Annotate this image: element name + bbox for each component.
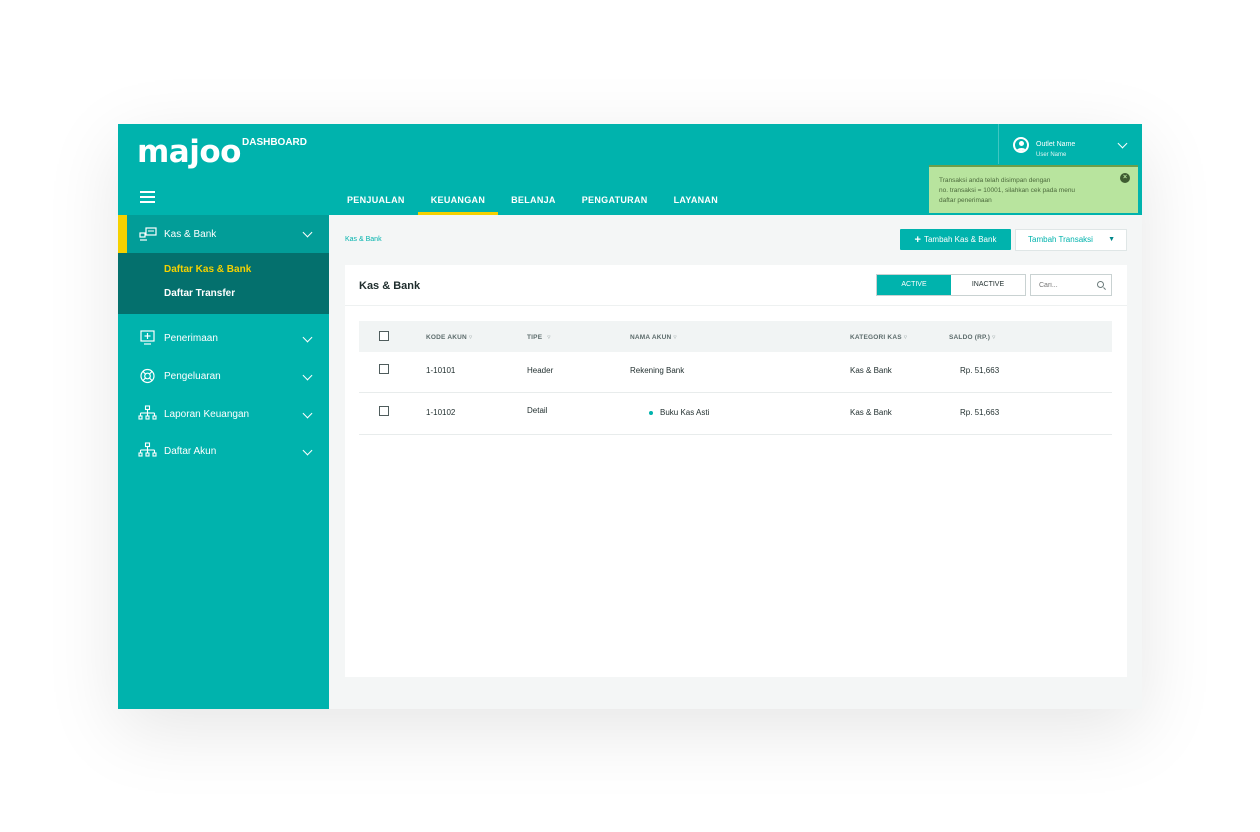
- success-toast: Transaksi anda telah disimpan dengan no.…: [929, 165, 1138, 213]
- caret-down-icon: ▼: [1108, 236, 1115, 243]
- chevron-down-icon: [1117, 138, 1128, 149]
- cell-tipe: Header: [527, 366, 554, 375]
- cell-kategori: Kas & Bank: [850, 366, 892, 375]
- table-row[interactable]: 1-10102 Detail Buku Kas Asti Kas & Bank …: [359, 393, 1112, 435]
- row-checkbox[interactable]: [379, 406, 389, 416]
- chevron-down-icon: [302, 370, 313, 381]
- toggle-inactive[interactable]: INACTIVE: [951, 275, 1025, 295]
- sidebar-item-pengeluaran[interactable]: Pengeluaran: [118, 362, 329, 392]
- sidebar-item-daftar-transfer[interactable]: Daftar Transfer: [164, 288, 235, 299]
- sidebar-label-penerimaan: Penerimaan: [164, 333, 218, 344]
- hierarchy-icon: [138, 405, 157, 420]
- sidebar: Kas & Bank Daftar Kas & Bank Daftar Tran…: [118, 215, 329, 709]
- sidebar-label-laporan-keuangan: Laporan Keuangan: [164, 409, 250, 420]
- column-saldo[interactable]: SALDO (RP.) ▿: [949, 333, 996, 341]
- sidebar-item-laporan-keuangan[interactable]: Laporan Keuangan: [118, 400, 329, 430]
- cell-saldo: Rp. 51,663: [960, 366, 1000, 375]
- outlet-selector[interactable]: Outlet Name User Name: [998, 124, 1142, 164]
- cell-kode: 1-10102: [426, 408, 456, 417]
- status-toggle: ACTIVE INACTIVE: [876, 274, 1026, 296]
- row-checkbox[interactable]: [379, 364, 389, 374]
- user-name: User Name: [1036, 152, 1067, 158]
- column-label: KODE AKUN: [426, 334, 467, 341]
- toggle-active[interactable]: ACTIVE: [877, 275, 951, 295]
- top-bar: majoo DASHBOARD PENJUALAN KEUANGAN BELAN…: [118, 124, 1142, 215]
- tab-pengaturan[interactable]: PENGATURAN: [569, 186, 661, 215]
- sort-icon: ▿: [992, 334, 996, 341]
- majoo-logo[interactable]: majoo: [137, 134, 241, 170]
- tab-keuangan[interactable]: KEUANGAN: [417, 186, 499, 215]
- cell-nama: Rekening Bank: [630, 366, 685, 375]
- toast-line-3: daftar penerimaan: [939, 197, 992, 204]
- plus-icon: +: [914, 234, 921, 246]
- sort-icon: ▿: [673, 334, 677, 341]
- chevron-down-icon: [302, 445, 313, 456]
- column-kode-akun[interactable]: KODE AKUN ▿: [426, 333, 472, 341]
- column-tipe[interactable]: TIPE ▿: [527, 333, 551, 341]
- chevron-down-icon: [302, 332, 313, 343]
- child-bullet-icon: [649, 411, 653, 415]
- sidebar-label-pengeluaran: Pengeluaran: [164, 371, 221, 382]
- sidebar-section-kas-bank[interactable]: Kas & Bank: [118, 215, 329, 253]
- toast-line-1: Transaksi anda telah disimpan dengan: [939, 177, 1051, 184]
- tab-belanja[interactable]: BELANJA: [498, 186, 569, 215]
- main-content: Kas & Bank + Tambah Kas & Bank Tambah Tra…: [329, 215, 1142, 709]
- sidebar-item-penerimaan[interactable]: Penerimaan: [118, 324, 329, 354]
- cell-nama: Buku Kas Asti: [660, 408, 710, 417]
- breadcrumb[interactable]: Kas & Bank: [345, 236, 382, 243]
- page-title: Kas & Bank: [359, 280, 421, 292]
- table-header: KODE AKUN ▿ TIPE ▿ NAMA AKUN ▿ KATEGORI KAS…: [359, 321, 1112, 352]
- cell-kategori: Kas & Bank: [850, 408, 892, 417]
- add-transaction-label: Tambah Transaksi: [1028, 235, 1093, 244]
- hierarchy-icon: [138, 442, 157, 457]
- menu-icon[interactable]: [140, 191, 155, 203]
- column-nama-akun[interactable]: NAMA AKUN ▿: [630, 333, 677, 341]
- sort-icon: ▿: [468, 334, 473, 341]
- chevron-down-icon: [302, 408, 313, 419]
- toast-line-2: no. transaksi = 10001, silahkan cek pada…: [939, 187, 1076, 194]
- sidebar-item-daftar-kas-bank[interactable]: Daftar Kas & Bank: [164, 264, 251, 275]
- add-kas-bank-label: Tambah Kas & Bank: [923, 235, 997, 244]
- add-kas-bank-button[interactable]: + Tambah Kas & Bank: [900, 229, 1011, 250]
- divider: [345, 305, 1127, 306]
- sidebar-section-label: Kas & Bank: [164, 229, 217, 240]
- column-label: SALDO (RP.): [949, 334, 991, 341]
- add-transaction-dropdown[interactable]: Tambah Transaksi ▼: [1015, 229, 1127, 251]
- column-label: NAMA AKUN: [630, 334, 672, 341]
- outlet-name: Outlet Name: [1036, 141, 1076, 148]
- column-label: KATEGORI KAS: [850, 334, 902, 341]
- tab-layanan[interactable]: LAYANAN: [661, 186, 731, 215]
- cell-saldo: Rp. 51,663: [960, 408, 1000, 417]
- app-window: majoo DASHBOARD PENJUALAN KEUANGAN BELAN…: [118, 124, 1142, 709]
- bank-card-icon: [139, 227, 157, 241]
- tab-penjualan[interactable]: PENJUALAN: [334, 186, 418, 215]
- column-kategori-kas[interactable]: KATEGORI KAS ▿: [850, 333, 907, 341]
- lifebuoy-icon: [140, 368, 155, 384]
- sidebar-item-daftar-akun[interactable]: Daftar Akun: [118, 437, 329, 467]
- sidebar-label-daftar-akun: Daftar Akun: [164, 446, 217, 457]
- receipt-icon: [140, 330, 155, 345]
- kas-bank-card: Kas & Bank ACTIVE INACTIVE KODE AKUN▿ TI…: [345, 265, 1127, 677]
- cell-kode: 1-10101: [426, 366, 456, 375]
- sort-icon: ▿: [903, 334, 908, 341]
- cell-tipe: Detail: [527, 406, 548, 415]
- dashboard-label: DASHBOARD: [242, 137, 307, 148]
- sort-icon: ▿: [547, 334, 551, 341]
- table-row[interactable]: 1-10101 Header Rekening Bank Kas & Bank …: [359, 352, 1112, 393]
- search-icon[interactable]: [1097, 281, 1104, 288]
- user-avatar-icon: [1013, 137, 1029, 153]
- column-label: TIPE: [527, 334, 543, 341]
- main-nav: PENJUALAN KEUANGAN BELANJA PENGATURAN LA…: [334, 186, 731, 215]
- sidebar-submenu: Daftar Kas & Bank Daftar Transfer: [118, 253, 329, 314]
- select-all-checkbox[interactable]: [379, 331, 389, 341]
- close-icon[interactable]: ×: [1120, 173, 1130, 183]
- chevron-down-icon: [302, 227, 313, 238]
